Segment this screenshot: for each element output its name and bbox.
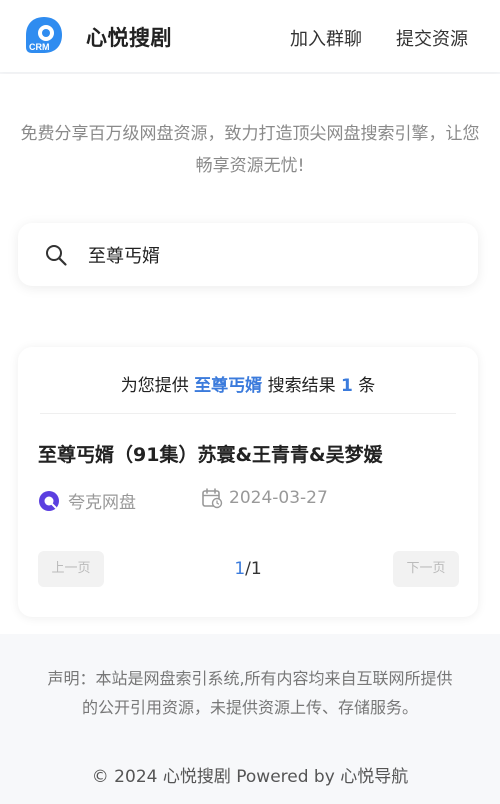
- footer: 声明：本站是网盘索引系统,所有内容均来自互联网所提供的公开引用资源，未提供资源上…: [0, 640, 500, 804]
- result-summary: 为您提供 至尊丐婿 搜索结果 1 条: [18, 371, 478, 396]
- result-card: 为您提供 至尊丐婿 搜索结果 1 条 至尊丐婿（91集）苏寰&王青青&吴梦媛 夸…: [18, 347, 478, 617]
- logo-icon[interactable]: CRM: [22, 14, 66, 58]
- site-brand[interactable]: 心悦搜剧: [86, 22, 172, 52]
- search-input[interactable]: [88, 237, 448, 273]
- result-date: 2024-03-27: [201, 487, 328, 509]
- copyright: © 2024 心悦搜剧 Powered by 心悦导航: [91, 767, 409, 787]
- summary-keyword: 至尊丐婿: [194, 376, 263, 396]
- search-box[interactable]: [18, 223, 478, 286]
- divider: [40, 413, 456, 414]
- summary-prefix: 为您提供: [120, 376, 189, 396]
- next-page-button[interactable]: 下一页: [393, 551, 459, 587]
- date-label: 2024-03-27: [229, 488, 328, 508]
- total-pages: /1: [245, 559, 262, 579]
- summary-count: 1: [340, 376, 353, 396]
- calendar-icon: [202, 488, 223, 509]
- current-page: 1: [234, 559, 246, 579]
- summary-suffix: 条: [358, 376, 376, 396]
- summary-mid: 搜索结果: [267, 376, 336, 396]
- disclaimer: 声明：本站是网盘索引系统,所有内容均来自互联网所提供的公开引用资源，未提供资源上…: [47, 669, 453, 717]
- tagline: 免费分享百万级网盘资源，致力打造顶尖网盘搜索引擎，让您畅享资源无忧!: [20, 124, 480, 176]
- result-title-link[interactable]: 至尊丐婿（91集）苏寰&王青青&吴梦媛: [38, 440, 458, 467]
- top-header: CRM 心悦搜剧 加入群聊 提交资源: [0, 0, 500, 72]
- logo-text: CRM: [29, 42, 50, 52]
- source-label: 夸克网盘: [68, 493, 136, 513]
- quark-pan-icon: [39, 490, 59, 511]
- nav-join-group[interactable]: 加入群聊: [290, 25, 362, 51]
- nav-submit-resource[interactable]: 提交资源: [396, 25, 468, 51]
- search-icon[interactable]: [44, 243, 68, 267]
- result-source: 夸克网盘: [38, 488, 136, 513]
